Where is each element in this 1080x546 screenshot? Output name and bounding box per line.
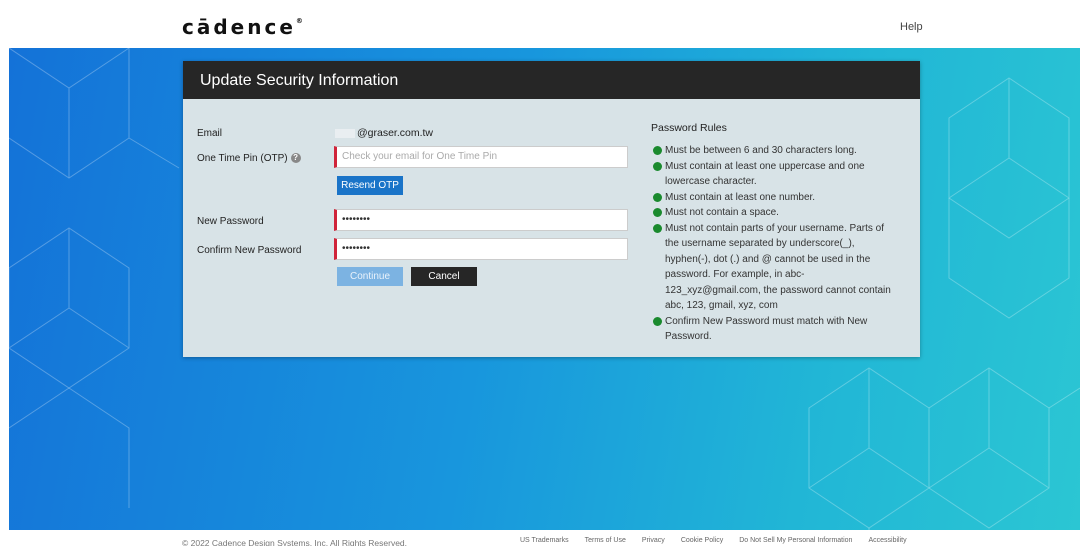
password-rules-list: Must be between 6 and 30 characters long… (653, 143, 891, 345)
card-title: Update Security Information (183, 61, 920, 99)
update-security-card: Update Security Information Email @grase… (183, 61, 920, 357)
password-rules-title: Password Rules (651, 122, 727, 134)
bullet-icon (653, 192, 662, 202)
rule-item: Confirm New Password must match with New… (653, 314, 891, 345)
question-icon[interactable]: ? (290, 153, 301, 164)
copyright-text: © 2022 Cadence Design Systems, Inc. All … (182, 538, 408, 546)
bullet-icon (653, 223, 662, 233)
continue-button[interactable]: Continue (337, 267, 403, 286)
confirm-password-label: Confirm New Password (197, 245, 302, 256)
top-bar: cādence® Help (0, 0, 1080, 48)
footer-link-accessibility[interactable]: Accessibility (868, 537, 906, 544)
bullet-icon (653, 316, 662, 326)
bullet-icon (653, 208, 662, 217)
footer-link-privacy[interactable]: Privacy (642, 537, 665, 544)
help-link[interactable]: Help (900, 21, 923, 33)
bullet-icon (653, 161, 662, 171)
otp-input[interactable]: Check your email for One Time Pin (334, 146, 628, 168)
rule-item: Must not contain a space. (653, 205, 891, 221)
rule-item: Must contain at least one number. (653, 190, 891, 206)
cadence-logo[interactable]: cādence® (182, 15, 303, 39)
rule-item: Must not contain parts of your username.… (653, 221, 891, 314)
resend-otp-button[interactable]: Resend OTP (337, 176, 403, 195)
otp-label: One Time Pin (OTP)? (197, 153, 301, 164)
footer-link-cookie-policy[interactable]: Cookie Policy (681, 537, 723, 544)
footer: © 2022 Cadence Design Systems, Inc. All … (0, 530, 1080, 546)
cancel-button[interactable]: Cancel (411, 267, 477, 286)
footer-links: US Trademarks Terms of Use Privacy Cooki… (520, 537, 907, 544)
footer-link-trademarks[interactable]: US Trademarks (520, 537, 569, 544)
email-label: Email (197, 128, 223, 139)
bullet-icon (653, 146, 662, 155)
footer-link-terms[interactable]: Terms of Use (585, 537, 626, 544)
email-value: @graser.com.tw (335, 127, 433, 139)
new-password-label: New Password (197, 216, 264, 227)
redacted-block (335, 128, 355, 138)
confirm-password-input[interactable]: •••••••• (334, 238, 628, 260)
rule-item: Must contain at least one uppercase and … (653, 159, 891, 190)
rule-item: Must be between 6 and 30 characters long… (653, 143, 891, 159)
footer-link-do-not-sell[interactable]: Do Not Sell My Personal Information (739, 537, 852, 544)
new-password-input[interactable]: •••••••• (334, 209, 628, 231)
